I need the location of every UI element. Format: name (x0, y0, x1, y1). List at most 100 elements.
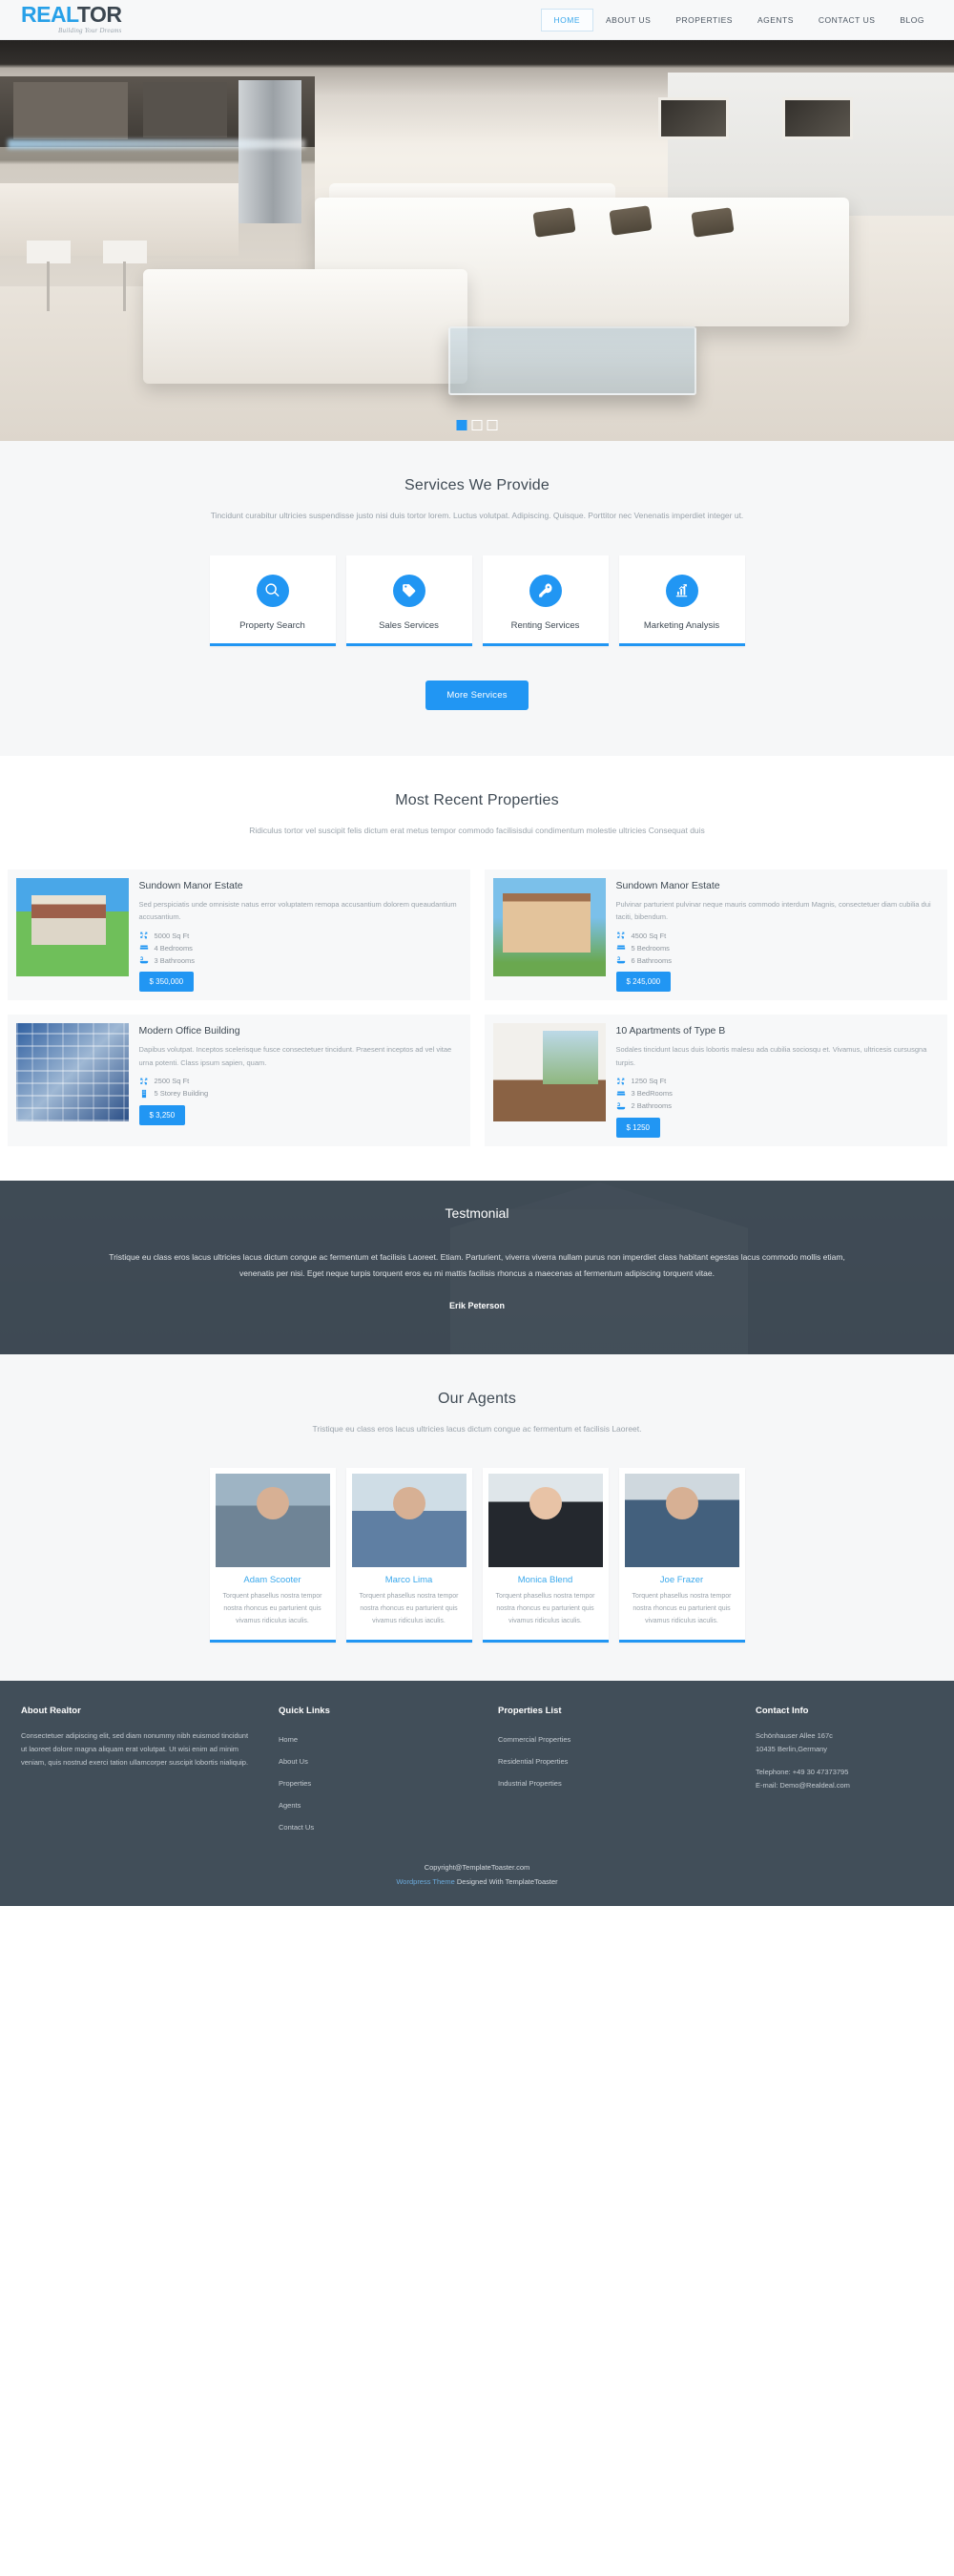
service-card-marketing-analysis[interactable]: Marketing Analysis (618, 555, 745, 646)
footer-link-industrial-properties[interactable]: Industrial Properties (498, 1779, 562, 1788)
footer-link-item: Agents (279, 1795, 475, 1812)
feature-label: 5 Bedrooms (631, 943, 670, 953)
properties-subtitle: Ridiculus tortor vel suscipit felis dict… (249, 825, 705, 835)
footer-address-line-1: Schönhauser Allee 167c (756, 1731, 833, 1741)
footer-link-home[interactable]: Home (279, 1735, 298, 1744)
credit-rest: Designed With TemplateToaster (454, 1877, 558, 1887)
footer-link-commercial-properties[interactable]: Commercial Properties (498, 1735, 570, 1744)
logo-secondary: TOR (76, 2, 122, 27)
area-icon (616, 1077, 626, 1086)
service-card-renting-services[interactable]: Renting Services (482, 555, 609, 646)
footer-link-about-us[interactable]: About Us (279, 1757, 308, 1766)
hero-dot-1[interactable] (456, 420, 467, 430)
agent-card[interactable]: Marco Lima Torquent phasellus nostra tem… (345, 1468, 472, 1644)
footer-link-agents[interactable]: Agents (279, 1801, 301, 1810)
feature-label: 3 Bathrooms (154, 955, 196, 965)
footer-link-properties[interactable]: Properties (279, 1779, 311, 1788)
properties-title: Most Recent Properties (395, 791, 559, 808)
feature-label: 3 BedRooms (631, 1089, 673, 1099)
agents-section: Our Agents Tristique eu class eros lacus… (0, 1353, 954, 1682)
feature-label: 2 Bathrooms (631, 1101, 673, 1111)
agent-description: Torquent phasellus nostra tempor nostra … (632, 1593, 732, 1625)
agent-name[interactable]: Joe Frazer (625, 1575, 739, 1585)
footer-link-item: Residential Properties (498, 1751, 733, 1769)
main-navigation: HOME ABOUT US PROPERTIES AGENTS CONTACT … (540, 0, 937, 40)
site-footer: About Realtor Consectetuer adipiscing el… (0, 1681, 954, 1907)
feature-label: 5000 Sq Ft (154, 931, 190, 940)
property-price-button[interactable]: $ 3,250 (138, 1104, 186, 1125)
agent-name[interactable]: Marco Lima (352, 1575, 467, 1585)
hero-dot-2[interactable] (471, 420, 483, 430)
footer-link-item: Commercial Properties (498, 1729, 733, 1747)
agent-avatar (351, 1474, 467, 1568)
property-feature: 3 Bathrooms (139, 955, 462, 965)
property-title: Sundown Manor Estate (138, 880, 243, 892)
property-price-button[interactable]: $ 245,000 (615, 972, 672, 993)
footer-link-contact-us[interactable]: Contact Us (279, 1823, 314, 1832)
property-card[interactable]: Sundown Manor Estate Pulvinar parturient… (484, 869, 947, 1001)
feature-label: 1250 Sq Ft (631, 1077, 667, 1086)
agent-description: Torquent phasellus nostra tempor nostra … (359, 1593, 459, 1625)
nav-item-agents[interactable]: AGENTS (745, 10, 806, 31)
copyright-text: Copyright@TemplateToaster.com (424, 1863, 530, 1873)
testimonial-title: Testmonial (445, 1204, 509, 1221)
property-card[interactable]: 10 Apartments of Type B Sodales tincidun… (484, 1015, 947, 1146)
footer-properties-list: Commercial Properties Residential Proper… (498, 1729, 733, 1791)
agent-name[interactable]: Monica Blend (488, 1575, 603, 1585)
page-root: REALTOR Building Your Dreams HOME ABOUT … (0, 0, 954, 1907)
property-feature: 2500 Sq Ft (139, 1077, 462, 1086)
hero-slider-dots[interactable] (456, 420, 498, 430)
property-feature: 5000 Sq Ft (139, 931, 462, 940)
site-logo[interactable]: REALTOR Building Your Dreams (21, 2, 122, 35)
footer-column-quick-links: Quick Links Home About Us Properties Age… (279, 1706, 498, 1839)
nav-item-blog[interactable]: BLOG (887, 10, 937, 31)
service-card-sales-services[interactable]: Sales Services (345, 555, 472, 646)
footer-link-item: About Us (279, 1751, 475, 1769)
more-services-button[interactable]: More Services (425, 680, 529, 710)
footer-link-residential-properties[interactable]: Residential Properties (498, 1757, 568, 1766)
hero-dot-3[interactable] (487, 420, 498, 430)
nav-item-properties[interactable]: PROPERTIES (663, 10, 745, 31)
bath-icon (139, 955, 149, 965)
testimonial-section: Testmonial Tristique eu class eros lacus… (0, 1180, 954, 1354)
footer-email[interactable]: E-mail: Demo@Realdeal.com (756, 1779, 910, 1792)
property-feature: 1250 Sq Ft (616, 1077, 939, 1086)
feature-label: 4500 Sq Ft (631, 931, 667, 940)
property-image (492, 1023, 606, 1122)
agent-card[interactable]: Adam Scooter Torquent phasellus nostra t… (209, 1468, 336, 1644)
agents-subtitle: Tristique eu class eros lacus ultricies … (312, 1423, 642, 1434)
property-feature: 5 Storey Building (139, 1089, 462, 1099)
services-list: Property Search Sales Services Renting S… (0, 555, 954, 646)
property-price-button[interactable]: $ 1250 (615, 1117, 660, 1138)
service-card-property-search[interactable]: Property Search (209, 555, 336, 646)
hero-slider[interactable] (0, 40, 954, 441)
credit-link[interactable]: Wordpress Theme (396, 1877, 454, 1886)
footer-link-item: Home (279, 1729, 475, 1747)
services-subtitle: Tincidunt curabitur ultricies suspendiss… (210, 511, 744, 520)
nav-item-contact-us[interactable]: CONTACT US (806, 10, 887, 31)
property-card[interactable]: Modern Office Building Dapibus volutpat.… (7, 1015, 470, 1146)
footer-link-item: Properties (279, 1773, 475, 1791)
property-title: Modern Office Building (138, 1025, 240, 1037)
search-icon (256, 574, 289, 607)
footer-contact-title: Contact Info (756, 1706, 809, 1717)
footer-about-title: About Realtor (21, 1706, 81, 1717)
property-features: 1250 Sq Ft 3 BedRooms 2 Bathrooms (616, 1077, 939, 1111)
site-header: REALTOR Building Your Dreams HOME ABOUT … (0, 0, 954, 40)
agent-name[interactable]: Adam Scooter (216, 1575, 330, 1585)
property-description: Pulvinar parturient pulvinar neque mauri… (615, 900, 931, 922)
testimonial-text: Tristique eu class eros lacus ultricies … (109, 1251, 845, 1278)
bar-chart-icon (665, 574, 698, 607)
area-icon (139, 1077, 149, 1086)
bed-icon (139, 943, 149, 953)
agents-title: Our Agents (437, 1390, 517, 1407)
property-price-button[interactable]: $ 350,000 (138, 972, 195, 993)
agent-card[interactable]: Monica Blend Torquent phasellus nostra t… (482, 1468, 609, 1644)
service-label: Renting Services (510, 619, 580, 631)
nav-item-about-us[interactable]: ABOUT US (593, 10, 663, 31)
services-section: Services We Provide Tincidunt curabitur … (0, 441, 954, 756)
agent-card[interactable]: Joe Frazer Torquent phasellus nostra tem… (618, 1468, 745, 1644)
property-card[interactable]: Sundown Manor Estate Sed perspiciatis un… (7, 869, 470, 1001)
nav-item-home[interactable]: HOME (540, 9, 594, 31)
property-features: 5000 Sq Ft 4 Bedrooms 3 Bathrooms (139, 931, 462, 965)
